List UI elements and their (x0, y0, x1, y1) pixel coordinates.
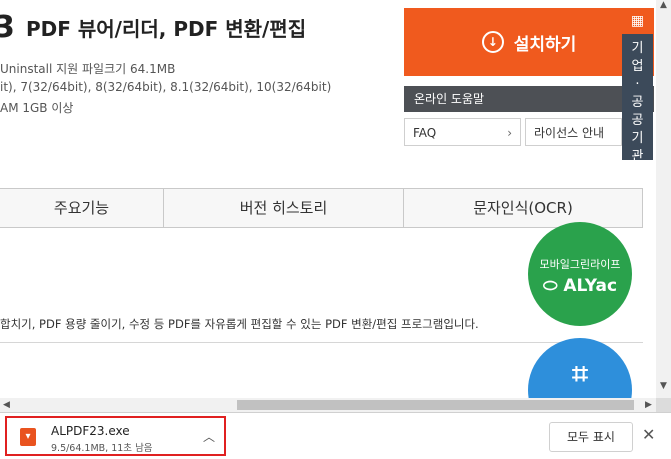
download-icon: ↓ (481, 31, 504, 53)
download-item[interactable]: ▾ ALPDF23.exe 9.5/64.1MB, 11초 남음 ︿ (5, 416, 226, 456)
info-line-ram: AM 1GB 이상 (0, 101, 74, 115)
pill-icon: ⬭ (542, 276, 564, 296)
info-line-os: it), 7(32/64bit), 8(32/64bit), 8.1(32/64… (0, 80, 332, 94)
crop-icon: ⌗ (572, 357, 588, 390)
download-progress-text: 9.5/64.1MB, 11초 남음 (51, 443, 153, 454)
download-filename: ALPDF23.exe (51, 424, 130, 438)
install-button-label: 설치하기 (513, 34, 577, 55)
online-help-link[interactable]: 온라인 도움말 (404, 86, 654, 112)
divider (0, 342, 643, 343)
show-all-downloads-button[interactable]: 모두 표시 (549, 422, 633, 452)
scroll-left-arrow-icon[interactable]: ◀ (3, 398, 10, 412)
license-label: 라이선스 안내 (534, 126, 605, 140)
enterprise-side-widget[interactable]: ▦ 기 업 · 공 공 기 관 용 (622, 8, 653, 182)
tab-version-history[interactable]: 버전 히스토리 (164, 189, 404, 227)
install-button[interactable]: ↓ 설치하기 (404, 8, 654, 76)
web-page-content: 3 PDF 뷰어/리더, PDF 변환/편집 Uninstall 지원 파일크기… (0, 0, 656, 398)
enterprise-label: 기 업 · 공 공 기 관 용 (631, 41, 644, 182)
scroll-right-arrow-icon[interactable]: ▶ (645, 398, 652, 412)
alyac-tagline: 모바일그린라이프 (539, 258, 621, 271)
crop-promo-button[interactable]: ⌗ (528, 338, 632, 398)
faq-label: FAQ (413, 126, 437, 140)
faq-button[interactable]: FAQ › (404, 118, 521, 146)
vertical-scrollbar[interactable]: ▲ ▼ (656, 0, 671, 398)
scroll-up-arrow-icon[interactable]: ▲ (656, 0, 671, 10)
building-icon: ▦ (622, 8, 653, 34)
horizontal-scrollbar[interactable]: ◀ ▶ (0, 398, 656, 412)
license-button[interactable]: 라이선스 안내 (525, 118, 622, 146)
chevron-right-icon: › (507, 126, 512, 140)
info-line-uninstall-size: Uninstall 지원 파일크기 64.1MB (0, 62, 176, 76)
product-description: 합치기, PDF 용량 줄이기, 수정 등 PDF를 자유롭게 편집할 수 있는… (0, 317, 479, 331)
detail-tabs: 주요기능 버전 히스토리 문자인식(OCR) (0, 188, 643, 228)
close-download-bar-icon[interactable]: ✕ (642, 425, 655, 444)
product-title: PDF 뷰어/리더, PDF 변환/편집 (25, 17, 307, 41)
chevron-up-icon[interactable]: ︿ (203, 428, 215, 445)
installer-file-icon: ▾ (20, 428, 36, 446)
scrollbar-corner (656, 398, 671, 412)
product-title-row: 3 PDF 뷰어/리더, PDF 변환/편집 (0, 10, 306, 45)
tab-ocr[interactable]: 문자인식(OCR) (404, 189, 643, 227)
version-fragment: 3 (0, 10, 15, 45)
tab-features[interactable]: 주요기능 (0, 189, 164, 227)
alyac-brand: ⬭ ALYac (542, 276, 618, 296)
download-bar: ▾ ALPDF23.exe 9.5/64.1MB, 11초 남음 ︿ 모두 표시… (0, 412, 671, 459)
alyac-promo-button[interactable]: 모바일그린라이프 ⬭ ALYac (528, 222, 632, 326)
scroll-down-arrow-icon[interactable]: ▼ (656, 381, 671, 391)
horizontal-scroll-thumb[interactable] (237, 400, 634, 410)
